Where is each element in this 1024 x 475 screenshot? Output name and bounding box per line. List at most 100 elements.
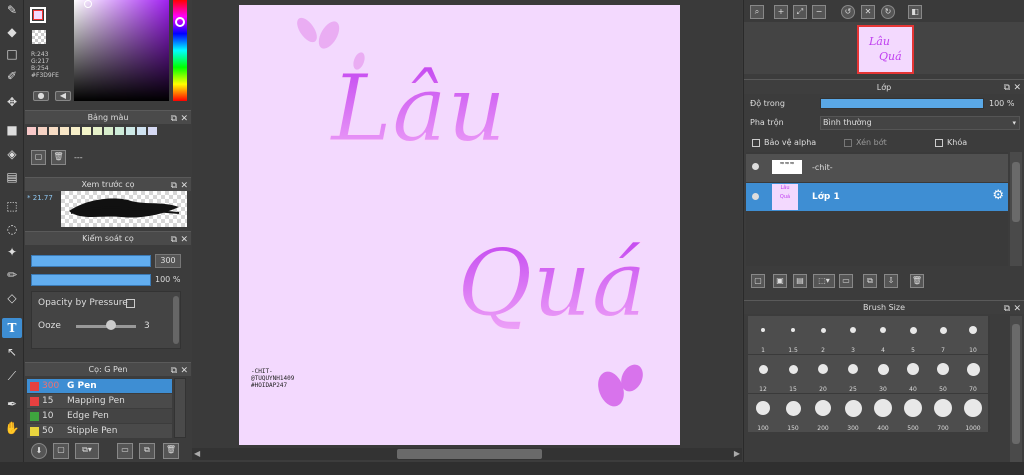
brush-size-cell[interactable]: 1 — [748, 316, 778, 354]
select-eraser-tool-icon[interactable]: ◇ — [2, 288, 22, 308]
saturation-value-picker[interactable] — [74, 0, 169, 101]
navigator-view[interactable]: Lâu Quá — [744, 22, 1024, 74]
palette-swatch[interactable] — [126, 127, 135, 135]
brush-size-cell[interactable]: 1000 — [958, 394, 988, 432]
undock-icon[interactable]: ⧉ — [1004, 81, 1010, 96]
folder-icon[interactable]: ▭ — [117, 443, 133, 459]
reset-view-icon[interactable]: ✕ — [861, 5, 875, 19]
palette-swatch[interactable] — [115, 127, 124, 135]
shape-tool-icon[interactable]: □ — [2, 44, 22, 64]
magic-wand-tool-icon[interactable]: ✦ — [2, 242, 22, 262]
brush-size-cell[interactable]: 200 — [808, 394, 838, 432]
duplicate-icon[interactable]: ⧉ — [139, 443, 155, 459]
brush-size-cell[interactable]: 3 — [838, 316, 868, 354]
brush-size-cell[interactable]: 40 — [898, 355, 928, 393]
undock-icon[interactable]: ⧉ — [171, 233, 177, 247]
brush-size-cell[interactable]: 1.5 — [778, 316, 808, 354]
flip-icon[interactable]: ◧ — [908, 5, 922, 19]
new-layer-folder-icon[interactable]: ▤ — [793, 274, 807, 288]
layer-visibility-icon[interactable] — [752, 193, 759, 200]
layer-row-selected[interactable]: Lâu Quá Lớp 1 ⚙ — [746, 183, 1008, 211]
brush-size-cell[interactable]: 15 — [778, 355, 808, 393]
merge-layer-icon[interactable]: ⇩ — [884, 274, 898, 288]
move-tool-icon[interactable]: ✥ — [2, 92, 22, 112]
layer-opacity-slider[interactable] — [820, 98, 984, 109]
brush-size-cell[interactable]: 20 — [808, 355, 838, 393]
ooze-slider-thumb[interactable] — [106, 320, 116, 330]
bucket-tool-icon[interactable]: ◈ — [2, 144, 22, 164]
new-layer-icon[interactable]: ▢ — [751, 274, 765, 288]
palette-swatch[interactable] — [104, 127, 113, 135]
duplicate-layer-icon[interactable]: ⧉ — [863, 274, 877, 288]
pen-tool-icon[interactable]: ✒ — [2, 394, 22, 414]
brush-size-cell[interactable]: 500 — [898, 394, 928, 432]
brush-size-cell[interactable]: 70 — [958, 355, 988, 393]
import-icon[interactable]: ⬚▾ — [813, 274, 835, 288]
select-pen-tool-icon[interactable]: ✏ — [2, 265, 22, 285]
fit-screen-icon[interactable]: ⤢ — [793, 5, 807, 19]
brush-list-item[interactable]: 50 Stipple Pen — [27, 424, 172, 438]
brush-size-cell[interactable]: 400 — [868, 394, 898, 432]
brush-size-scrollbar[interactable] — [1010, 316, 1022, 462]
rotate-right-icon[interactable]: ↻ — [881, 5, 895, 19]
undock-icon[interactable]: ⧉ — [171, 112, 177, 126]
delete-palette-icon[interactable]: 🗑 — [51, 150, 66, 165]
brush-list-item[interactable]: 10 Edge Pen — [27, 409, 172, 423]
brush-list-scrollbar[interactable] — [174, 378, 186, 438]
zoom-in-icon[interactable]: + — [774, 5, 788, 19]
palette-swatch[interactable] — [93, 127, 102, 135]
brush-size-cell[interactable]: 10 — [958, 316, 988, 354]
canvas[interactable]: Lâu Quá -CHIT- @TUQUYNH1409 #HOIDAP247 — [239, 5, 680, 445]
clipping-checkbox[interactable] — [844, 139, 852, 147]
brush-opacity-slider[interactable] — [31, 274, 151, 286]
brush-size-cell[interactable]: 150 — [778, 394, 808, 432]
navigator-thumbnail[interactable]: Lâu Quá — [857, 25, 914, 74]
new-halftone-layer-icon[interactable]: ▣ — [773, 274, 787, 288]
eyedropper-tool-icon[interactable]: ⟋ — [2, 366, 22, 386]
brush-size-cell[interactable]: 7 — [928, 316, 958, 354]
new-palette-icon[interactable]: ▢ — [31, 150, 46, 165]
palette-swatch[interactable] — [148, 127, 157, 135]
hue-slider[interactable] — [173, 0, 187, 101]
operation-tool-icon[interactable]: ↖ — [2, 342, 22, 362]
close-icon[interactable]: ✕ — [1013, 81, 1021, 96]
brush-size-cell[interactable]: 300 — [838, 394, 868, 432]
brush-size-cell[interactable]: 5 — [898, 316, 928, 354]
scroll-left-icon[interactable]: ◀ — [194, 449, 200, 458]
close-icon[interactable]: ✕ — [180, 364, 188, 378]
gradient-tool-icon[interactable]: ▤ — [2, 167, 22, 187]
close-icon[interactable]: ✕ — [180, 233, 188, 247]
new-brush-icon[interactable]: ▢ — [53, 443, 69, 459]
trash-icon[interactable]: 🗑 — [163, 443, 179, 459]
options-scrollbar[interactable] — [173, 296, 179, 344]
opacity-by-pressure-checkbox[interactable] — [126, 299, 135, 308]
transparent-color-swatch[interactable] — [32, 30, 46, 44]
folder-icon[interactable]: ▭ — [839, 274, 853, 288]
rotate-left-icon[interactable]: ↺ — [841, 5, 855, 19]
brush-size-cell[interactable]: 50 — [928, 355, 958, 393]
layer-settings-gear-icon[interactable]: ⚙ — [992, 188, 1004, 203]
fill-brush-tool-icon[interactable]: ✐ — [2, 66, 22, 86]
layer-list-scrollbar[interactable] — [1010, 152, 1022, 266]
scroll-right-icon[interactable]: ▶ — [734, 449, 740, 458]
brush-size-input[interactable]: 300 — [155, 254, 181, 268]
lasso-tool-icon[interactable]: ◌ — [2, 219, 22, 239]
hand-tool-icon[interactable]: ✋ — [2, 418, 22, 438]
zoom-icon[interactable]: ⌕ — [750, 5, 764, 19]
close-icon[interactable]: ✕ — [180, 112, 188, 126]
palette-list-value[interactable]: --- — [74, 153, 83, 162]
scroll-thumb[interactable] — [1012, 162, 1020, 222]
undock-icon[interactable]: ⧉ — [1004, 302, 1010, 316]
swap-color-icon[interactable]: ◀ — [55, 91, 71, 101]
rect-select-tool-icon[interactable]: ⬚ — [2, 196, 22, 216]
text-tool-icon[interactable]: T — [2, 318, 22, 338]
palette-swatch[interactable] — [38, 127, 47, 135]
layer-row[interactable]: ≈≈≈ -chit- — [746, 154, 1008, 182]
brush-list-item[interactable]: 15 Mapping Pen — [27, 394, 172, 408]
palette-swatch[interactable] — [137, 127, 146, 135]
undock-icon[interactable]: ⧉ — [171, 364, 177, 378]
brush-size-cell[interactable]: 100 — [748, 394, 778, 432]
layer-visibility-icon[interactable] — [752, 163, 759, 170]
blend-mode-select[interactable]: Bình thường ▾ — [820, 116, 1020, 130]
canvas-horizontal-scrollbar[interactable]: ◀ ▶ — [192, 448, 742, 460]
